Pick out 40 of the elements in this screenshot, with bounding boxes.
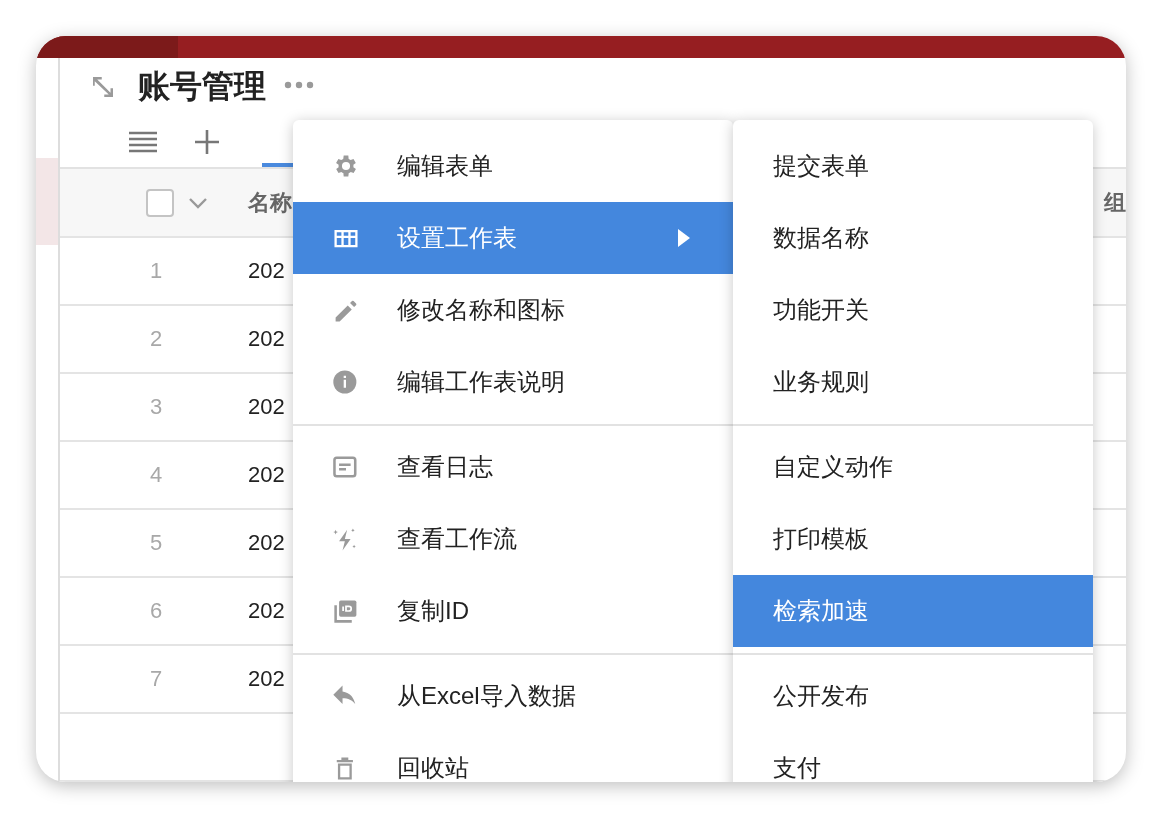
menu-item[interactable]: 编辑表单 <box>293 130 733 202</box>
menu-item[interactable]: 数据名称 <box>733 202 1093 274</box>
menu-item[interactable]: 公开发布 <box>733 660 1093 732</box>
menu-item[interactable]: 复制ID <box>293 575 733 647</box>
page-title: 账号管理 <box>138 67 266 107</box>
row-number: 3 <box>149 394 164 420</box>
menu-item[interactable]: 查看工作流 <box>293 503 733 575</box>
more-icon[interactable] <box>284 80 314 91</box>
table-cell: 202 <box>248 326 285 352</box>
row-number: 1 <box>149 258 164 284</box>
row-number: 7 <box>149 666 164 692</box>
table-cell: 202 <box>248 530 285 556</box>
menu-item[interactable]: 从Excel导入数据 <box>293 660 733 732</box>
list-icon[interactable] <box>128 129 158 154</box>
add-icon[interactable] <box>194 128 220 155</box>
row-number: 5 <box>149 530 164 556</box>
chevron-down-icon <box>188 196 208 209</box>
menu-item[interactable]: 修改名称和图标 <box>293 274 733 346</box>
row-number: 2 <box>149 326 164 352</box>
menu-item[interactable]: 功能开关 <box>733 274 1093 346</box>
menu-item[interactable]: 提交表单 <box>733 130 1093 202</box>
table-cell: 202 <box>248 462 285 488</box>
row-number: 6 <box>149 598 164 624</box>
menu-item[interactable]: 自定义动作 <box>733 431 1093 503</box>
menu-item[interactable]: 编辑工作表说明 <box>293 346 733 418</box>
row-number: 4 <box>149 462 164 488</box>
column-header: 组 <box>1104 188 1126 217</box>
menu-item[interactable]: 业务规则 <box>733 346 1093 418</box>
menu-item[interactable]: 打印模板 <box>733 503 1093 575</box>
menu-item[interactable]: 支付 <box>733 732 1093 782</box>
select-all-checkbox[interactable] <box>146 188 174 217</box>
menu-item[interactable]: 查看日志 <box>293 431 733 503</box>
table-cell: 202 <box>248 258 285 284</box>
menu-item[interactable]: 设置工作表 <box>293 202 733 274</box>
table-cell: 202 <box>248 598 285 624</box>
column-header: 名称 <box>248 188 292 217</box>
menu-item[interactable]: 检索加速 <box>733 575 1093 647</box>
table-cell: 202 <box>248 394 285 420</box>
menu-item[interactable]: 回收站 <box>293 732 733 782</box>
table-cell: 202 <box>248 666 285 692</box>
